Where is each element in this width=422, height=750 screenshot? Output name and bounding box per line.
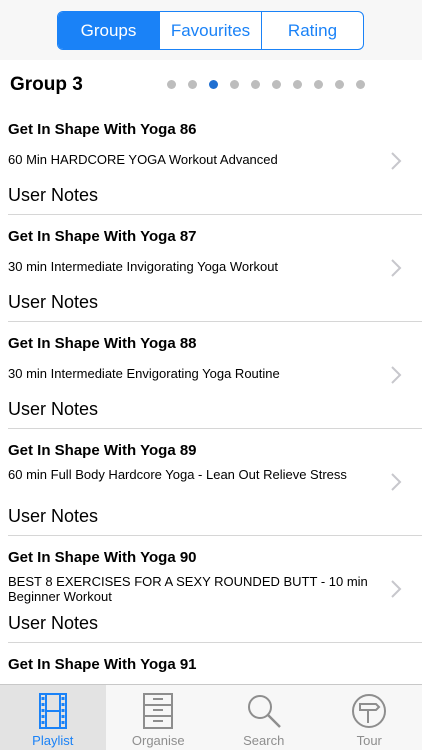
chevron-right-icon [391,366,402,384]
playlist-list: Get In Shape With Yoga 86 60 Min HARDCOR… [0,108,422,750]
tab-label: Organise [131,733,185,748]
cabinet-icon [143,693,174,729]
page-dot[interactable] [272,80,281,89]
item-notes: User Notes [8,613,99,633]
chevron-right-icon [391,580,402,598]
page-dot[interactable] [293,80,302,89]
list-item[interactable]: Get In Shape With Yoga 88 30 min Interme… [8,322,422,429]
page-dot[interactable] [167,80,176,89]
page-dot[interactable] [188,80,197,89]
list-item[interactable]: Get In Shape With Yoga 89 60 min Full Bo… [8,429,422,536]
segment-favourites[interactable]: Favourites [159,12,261,49]
list-item[interactable]: Get In Shape With Yoga 90 BEST 8 EXERCIS… [8,536,422,643]
page-dot[interactable] [314,80,323,89]
item-title: Get In Shape With Yoga 91 [8,656,197,673]
item-subtitle: 30 min Intermediate Invigorating Yoga Wo… [8,259,279,274]
tab-tour[interactable]: Tour [317,685,422,750]
list-item[interactable]: Get In Shape With Yoga 86 60 Min HARDCOR… [8,108,422,215]
item-subtitle: 60 Min HARDCORE YOGA Workout Advanced [8,152,278,167]
item-subtitle: BEST 8 EXERCISES FOR A SEXY ROUNDED BUTT… [8,574,368,604]
item-title: Get In Shape With Yoga 87 [8,228,197,245]
item-title: Get In Shape With Yoga 89 [8,442,197,459]
film-strip-icon [38,693,67,729]
item-title: Get In Shape With Yoga 90 [8,549,197,566]
chevron-right-icon [391,259,402,277]
chevron-right-icon [391,473,402,491]
item-notes: User Notes [8,399,99,419]
page-dot[interactable] [251,80,260,89]
tab-label: Playlist [32,733,74,748]
page-dot[interactable] [356,80,365,89]
item-title: Get In Shape With Yoga 86 [8,121,197,138]
segment-groups[interactable]: Groups [58,12,159,49]
tab-label: Tour [356,733,382,748]
item-subtitle: 60 min Full Body Hardcore Yoga - Lean Ou… [8,467,347,482]
item-title: Get In Shape With Yoga 88 [8,335,197,352]
tab-playlist[interactable]: Playlist [0,685,106,750]
segmented-control: Groups Favourites Rating [57,11,364,50]
tab-organise[interactable]: Organise [106,685,212,750]
tab-label: Search [243,733,285,748]
page-indicator[interactable] [167,80,365,89]
item-subtitle: 30 min Intermediate Envigorating Yoga Ro… [8,366,280,381]
tab-bar: Playlist Organise Search Tour [0,684,422,750]
page-dot[interactable] [335,80,344,89]
list-item[interactable]: Get In Shape With Yoga 87 30 min Interme… [8,215,422,322]
group-title: Group 3 [10,74,83,95]
item-notes: User Notes [8,506,99,526]
chevron-right-icon [391,152,402,170]
segment-rating[interactable]: Rating [261,12,363,49]
tab-search[interactable]: Search [211,685,317,750]
magnifier-icon [247,695,281,728]
top-bar: Groups Favourites Rating [0,0,422,60]
page-dot[interactable] [209,80,218,89]
page-dot[interactable] [230,80,239,89]
item-notes: User Notes [8,292,99,312]
item-notes: User Notes [8,185,99,205]
signpost-icon [352,694,387,728]
